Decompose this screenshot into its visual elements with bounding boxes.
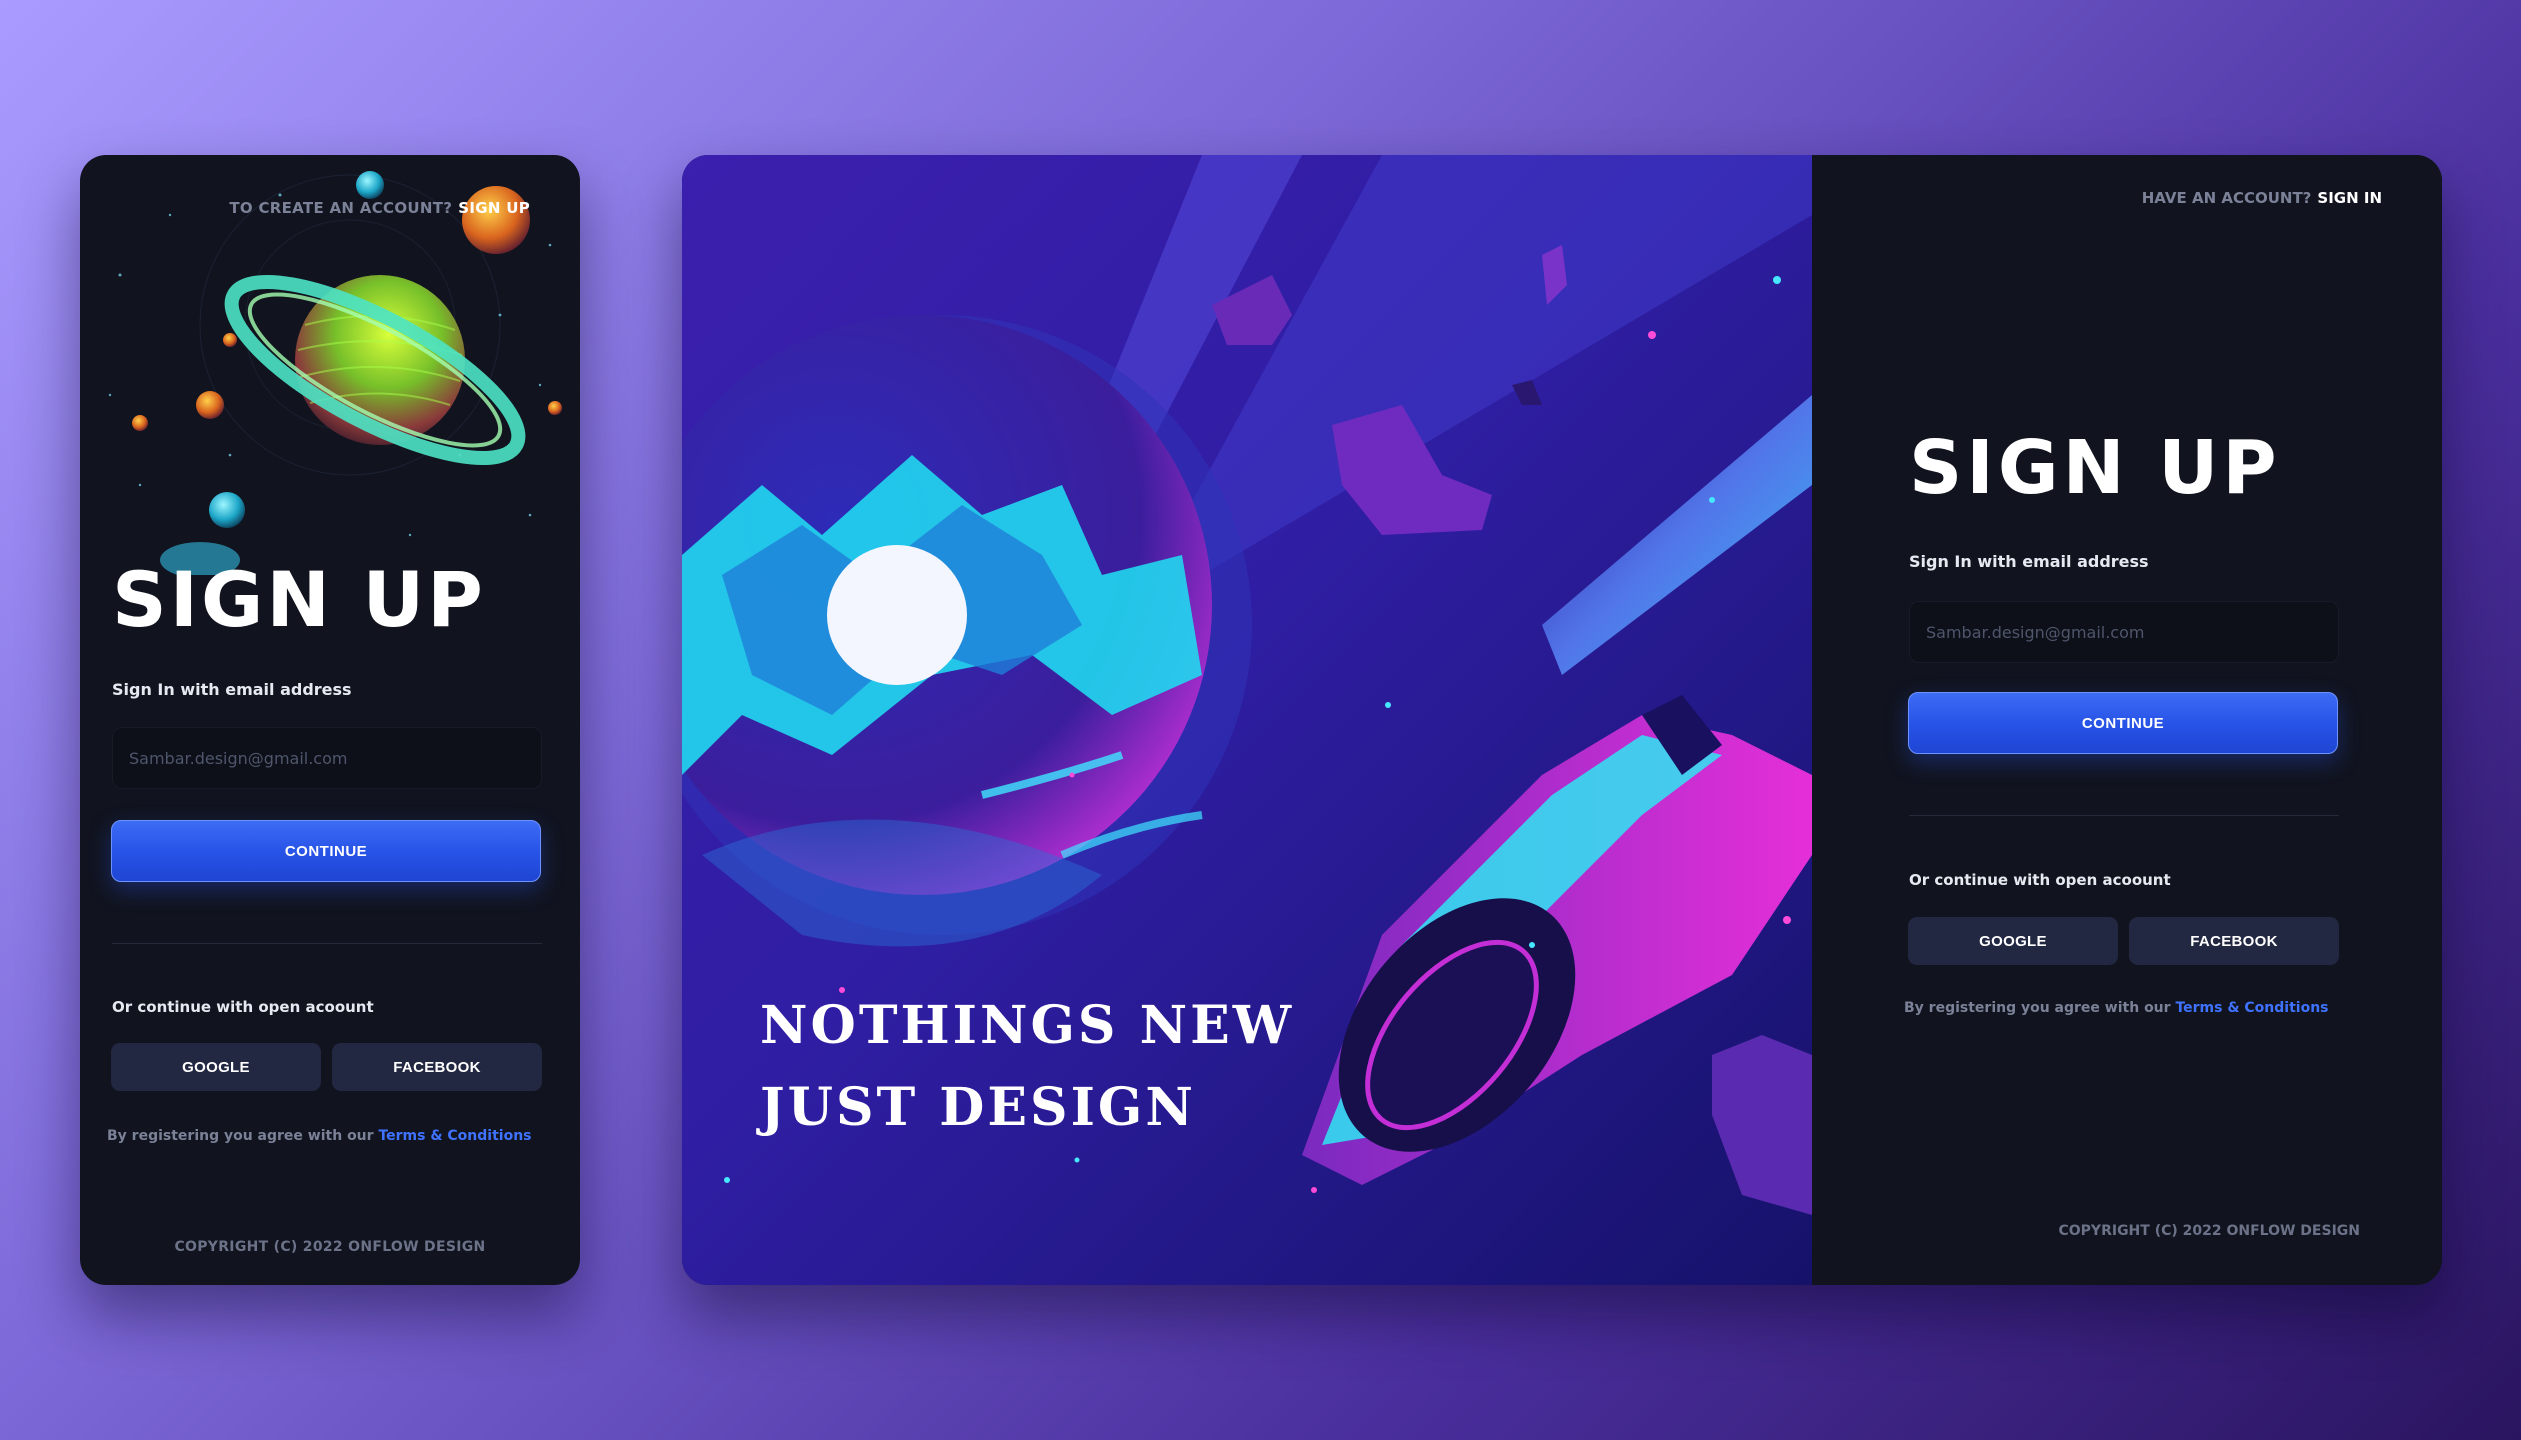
terms-note: By registering you agree with our Terms …: [107, 1128, 532, 1144]
terms-prefix: By registering you agree with our: [107, 1128, 374, 1144]
copyright: COPYRIGHT (C) 2022 ONFLOW DESIGN: [2058, 1223, 2361, 1239]
signin-prompt: HAVE AN ACCOUNT? SIGN IN: [2142, 189, 2382, 207]
email-field[interactable]: [1909, 601, 2339, 663]
facebook-button[interactable]: FACEBOOK: [2129, 917, 2339, 965]
planets-illustration: [108, 171, 562, 575]
signin-prompt-text: HAVE AN ACCOUNT?: [2141, 189, 2312, 207]
terms-prefix: By registering you agree with our: [1904, 1000, 2171, 1016]
divider: [1909, 815, 2339, 816]
google-button[interactable]: GOOGLE: [111, 1043, 321, 1091]
divider: [112, 943, 542, 944]
email-label: Sign In with email address: [1909, 552, 2149, 571]
desktop-signup-card: NOTHINGS NEW JUST DESIGN HAVE AN ACCOUNT…: [682, 155, 2442, 1285]
slogan-line-1: NOTHINGS NEW: [760, 995, 1295, 1056]
signup-prompt: TO CREATE AN ACCOUNT? SIGN UP: [229, 199, 530, 217]
terms-link[interactable]: Terms & Conditions: [2175, 1000, 2328, 1016]
email-label: Sign In with email address: [112, 680, 352, 699]
slogan-line-2: JUST DESIGN: [760, 1077, 1196, 1138]
continue-button[interactable]: CONTINUE: [1908, 692, 2338, 754]
alt-signin-label: Or continue with open acoount: [112, 998, 374, 1016]
mobile-signup-card: TO CREATE AN ACCOUNT? SIGN UP SIGN UP Sig…: [80, 155, 580, 1285]
email-field[interactable]: [112, 727, 542, 789]
sign-in-link[interactable]: SIGN IN: [2317, 189, 2382, 207]
sign-up-link[interactable]: SIGN UP: [458, 199, 530, 217]
page-title: SIGN UP: [1909, 425, 2281, 511]
facebook-button[interactable]: FACEBOOK: [332, 1043, 542, 1091]
terms-link[interactable]: Terms & Conditions: [378, 1128, 531, 1144]
google-button[interactable]: GOOGLE: [1908, 917, 2118, 965]
alt-signin-label: Or continue with open acoount: [1909, 871, 2171, 889]
continue-button[interactable]: CONTINUE: [111, 820, 541, 882]
terms-note: By registering you agree with our Terms …: [1904, 1000, 2329, 1016]
signup-form-panel: HAVE AN ACCOUNT? SIGN IN SIGN UP Sign In …: [1812, 155, 2442, 1285]
signup-prompt-text: TO CREATE AN ACCOUNT?: [229, 199, 453, 217]
page-title: SIGN UP: [112, 555, 486, 644]
copyright: COPYRIGHT (C) 2022 ONFLOW DESIGN: [174, 1239, 486, 1255]
